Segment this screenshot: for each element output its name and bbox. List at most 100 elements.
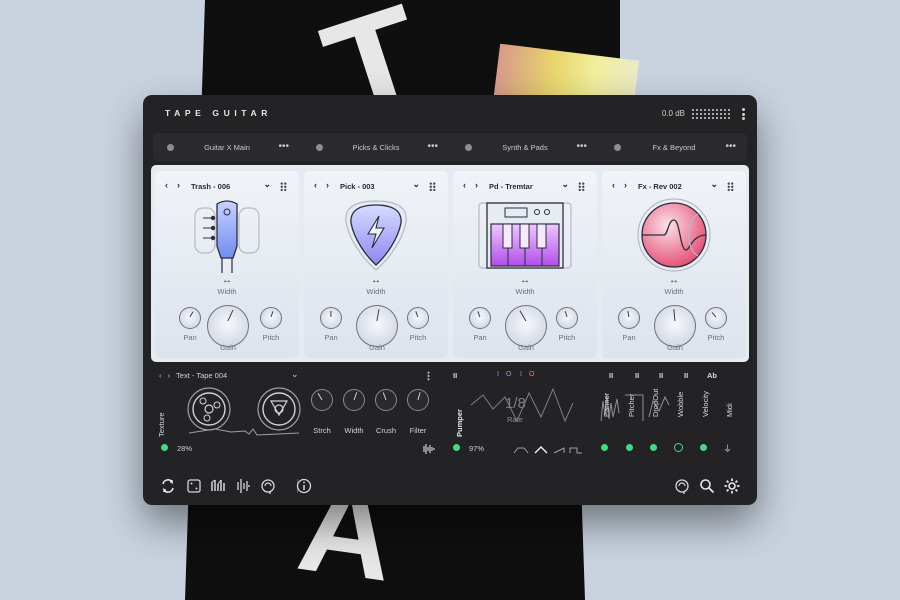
slot-menu-icon[interactable] xyxy=(429,182,436,191)
gain-knob[interactable] xyxy=(356,305,398,347)
slot-menu-icon[interactable] xyxy=(578,182,585,191)
gain-knob[interactable] xyxy=(505,305,547,347)
mod-slot-indicator[interactable]: O xyxy=(529,371,534,378)
layer-slot-4: ‹ › Fx - Rev 002 ⌄ ↔ Width Pan Gain Pitc… xyxy=(602,171,746,358)
pan-knob[interactable] xyxy=(469,307,491,329)
info-icon[interactable] xyxy=(295,477,313,495)
more-icon[interactable]: ••• xyxy=(576,141,587,152)
pause-icon[interactable]: II xyxy=(609,371,613,380)
panner-enable-toggle[interactable] xyxy=(601,444,608,451)
pause-icon[interactable]: II xyxy=(453,371,457,380)
mod-slot-indicator[interactable]: I xyxy=(497,371,499,378)
texture-preset-name[interactable]: Text - Tape 004 xyxy=(176,371,227,380)
preset-name[interactable]: Pd - Tremtar xyxy=(489,182,533,191)
pitch-knob[interactable] xyxy=(407,307,429,329)
pumper-section: II I O I O Pumper 97% 1/8 Rate xyxy=(443,365,587,461)
chevron-down-icon[interactable]: ⌄ xyxy=(561,179,569,190)
pause-icon[interactable]: II xyxy=(659,371,663,380)
midi-modulator[interactable]: Midi ⏚ xyxy=(723,389,743,455)
crush-knob[interactable] xyxy=(375,389,397,411)
velocity-modulator[interactable]: Velocity xyxy=(699,389,719,453)
panner-modulator[interactable]: Panner xyxy=(600,389,620,453)
width-arrow-icon[interactable]: ↔ xyxy=(304,275,448,286)
more-icon[interactable]: ••• xyxy=(725,141,736,152)
pitcher-modulator[interactable]: Pitcher xyxy=(625,389,645,453)
pause-icon[interactable]: II xyxy=(635,371,639,380)
pumper-enable-toggle[interactable] xyxy=(453,444,460,451)
prev-preset-icon[interactable]: ‹ xyxy=(159,371,162,380)
mod-slot-indicator[interactable]: O xyxy=(506,371,511,378)
settings-gear-icon[interactable] xyxy=(723,477,741,495)
texture-menu-icon[interactable] xyxy=(427,371,430,381)
pan-knob[interactable] xyxy=(320,307,342,329)
width-label: Width xyxy=(366,287,386,296)
more-icon[interactable]: ••• xyxy=(278,141,289,152)
tab-fx-beyond[interactable]: Fx & Beyond ••• xyxy=(600,133,748,161)
next-preset-icon[interactable]: › xyxy=(326,180,329,190)
next-preset-icon[interactable]: › xyxy=(624,180,627,190)
tab-guitar-x-main[interactable]: Guitar X Main ••• xyxy=(153,133,301,161)
wobble-modulator[interactable]: Wobble xyxy=(674,389,694,453)
preset-name[interactable]: Trash - 006 xyxy=(191,182,230,191)
width-arrow-icon[interactable]: ↔ xyxy=(602,275,746,286)
app-title: TAPE GUITAR xyxy=(165,108,272,118)
gain-knob[interactable] xyxy=(207,305,249,347)
rate-value[interactable]: 1/8 xyxy=(505,395,526,412)
waveshape-selector[interactable] xyxy=(513,445,583,455)
next-preset-icon[interactable]: › xyxy=(168,371,171,380)
velocity-enable-toggle[interactable] xyxy=(700,444,707,451)
gain-knob[interactable] xyxy=(654,305,696,347)
tab-synth-pads[interactable]: Synth & Pads ••• xyxy=(451,133,599,161)
menu-icon[interactable] xyxy=(739,108,747,120)
wobble-enable-toggle[interactable] xyxy=(674,443,683,452)
filter-knob[interactable] xyxy=(407,389,429,411)
width-arrow-icon[interactable]: ↔ xyxy=(453,275,597,286)
pitch-knob[interactable] xyxy=(556,307,578,329)
guitar-pick-icon xyxy=(345,200,407,271)
ab-compare-button[interactable]: Ab xyxy=(707,371,717,380)
slot-menu-icon[interactable] xyxy=(727,182,734,191)
tab-picks-clicks[interactable]: Picks & Clicks ••• xyxy=(302,133,450,161)
chevron-down-icon[interactable]: ⌄ xyxy=(291,369,299,380)
pitch-knob[interactable] xyxy=(260,307,282,329)
sync-icon[interactable] xyxy=(159,477,177,495)
dropout-enable-toggle[interactable] xyxy=(650,444,657,451)
next-preset-icon[interactable]: › xyxy=(177,180,180,190)
width-arrow-icon[interactable]: ↔ xyxy=(155,275,299,286)
midi-connector-icon[interactable]: ⏚ xyxy=(723,442,732,455)
preset-name[interactable]: Pick - 003 xyxy=(340,182,375,191)
waveform-icon[interactable] xyxy=(421,443,435,455)
pause-icon[interactable]: II xyxy=(684,371,688,380)
waveform-view-icon[interactable] xyxy=(233,477,251,495)
prev-preset-icon[interactable]: ‹ xyxy=(612,180,615,190)
next-preset-icon[interactable]: › xyxy=(475,180,478,190)
pan-knob[interactable] xyxy=(179,307,201,329)
mod-slot-indicator[interactable]: I xyxy=(520,371,522,378)
prev-preset-icon[interactable]: ‹ xyxy=(165,180,168,190)
pan-label: Pan xyxy=(622,333,636,342)
preset-name[interactable]: Fx - Rev 002 xyxy=(638,182,682,191)
texture-amount[interactable]: 28% xyxy=(177,444,192,453)
preset-browser-icon[interactable] xyxy=(673,477,691,495)
pumper-amount[interactable]: 97% xyxy=(469,444,484,453)
prev-preset-icon[interactable]: ‹ xyxy=(463,180,466,190)
randomize-dice-icon[interactable] xyxy=(185,477,203,495)
pan-knob[interactable] xyxy=(618,307,640,329)
more-icon[interactable]: ••• xyxy=(427,141,438,152)
chevron-down-icon[interactable]: ⌄ xyxy=(263,179,271,190)
stretch-knob[interactable] xyxy=(311,389,333,411)
output-level[interactable]: 0.0 dB xyxy=(662,109,685,118)
dropout-modulator[interactable]: DropOut xyxy=(649,389,669,453)
texture-label: Texture xyxy=(157,412,166,437)
texture-enable-toggle[interactable] xyxy=(161,444,168,451)
search-icon[interactable] xyxy=(698,477,716,495)
pitch-knob[interactable] xyxy=(705,307,727,329)
pitcher-enable-toggle[interactable] xyxy=(626,444,633,451)
prev-preset-icon[interactable]: ‹ xyxy=(314,180,317,190)
sequencer-icon[interactable] xyxy=(209,477,227,495)
chevron-down-icon[interactable]: ⌄ xyxy=(412,179,420,190)
width-knob[interactable] xyxy=(343,389,365,411)
effects-brain-icon[interactable] xyxy=(259,477,277,495)
chevron-down-icon[interactable]: ⌄ xyxy=(710,179,718,190)
slot-menu-icon[interactable] xyxy=(280,182,287,191)
